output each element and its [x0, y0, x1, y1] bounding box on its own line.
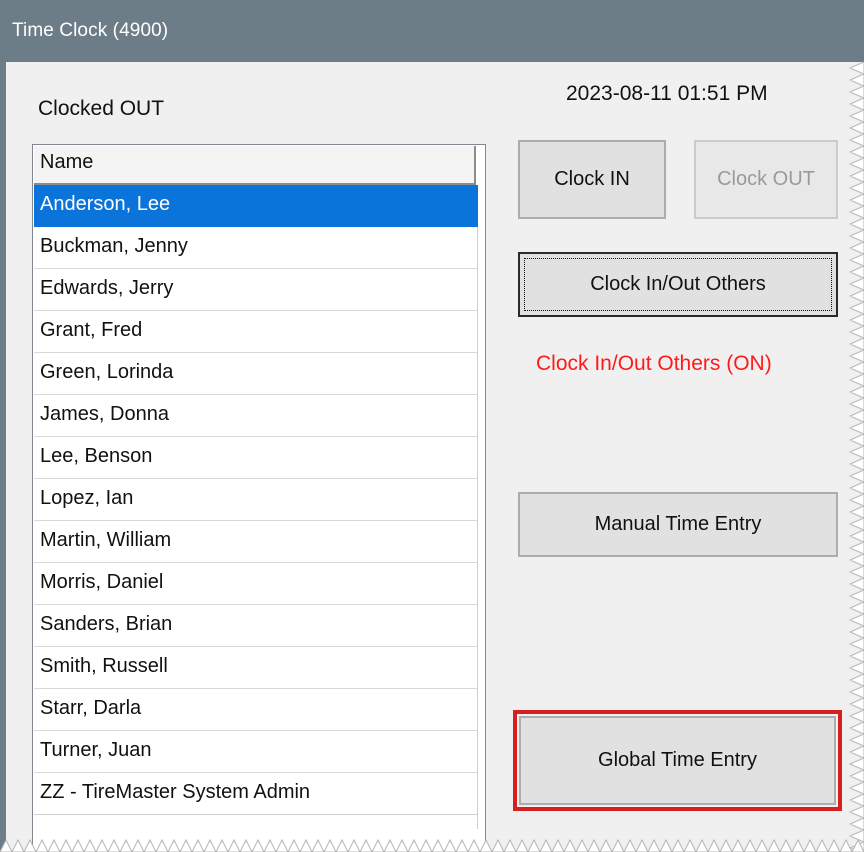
employee-row[interactable]: James, Donna	[34, 395, 478, 437]
employee-row[interactable]: Sanders, Brian	[34, 605, 478, 647]
employee-rows: Anderson, Lee Buckman, Jenny Edwards, Jerr…	[34, 185, 478, 815]
torn-edge-right	[848, 61, 864, 852]
window-title: Time Clock (4900)	[12, 20, 169, 41]
clock-others-status: Clock In/Out Others (ON)	[536, 352, 772, 375]
employee-listbox[interactable]: Name Anderson, Lee Buckman, Jenny Edwards,…	[32, 144, 486, 852]
employee-row[interactable]: Grant, Fred	[34, 311, 478, 353]
clock-in-out-others-button[interactable]: Clock In/Out Others	[518, 252, 838, 317]
employee-row[interactable]: Anderson, Lee	[34, 185, 478, 227]
employee-row[interactable]: Edwards, Jerry	[34, 269, 478, 311]
employee-row[interactable]: Morris, Daniel	[34, 563, 478, 605]
employee-row[interactable]: Green, Lorinda	[34, 353, 478, 395]
window-frame-left	[0, 62, 6, 852]
employee-row[interactable]: Lopez, Ian	[34, 479, 478, 521]
global-time-entry-button[interactable]: Global Time Entry	[519, 716, 836, 805]
clock-in-button[interactable]: Clock IN	[518, 140, 666, 219]
datetime-display: 2023-08-11 01:51 PM	[566, 82, 768, 105]
title-bar[interactable]: Time Clock (4900)	[0, 0, 864, 62]
employee-row[interactable]: Smith, Russell	[34, 647, 478, 689]
employee-row[interactable]: Lee, Benson	[34, 437, 478, 479]
clock-out-button[interactable]: Clock OUT	[694, 140, 838, 219]
time-clock-window: Time Clock (4900) 2023-08-11 01:51 PM Cl…	[0, 0, 864, 852]
employee-row[interactable]: Martin, William	[34, 521, 478, 563]
employee-row[interactable]: Starr, Darla	[34, 689, 478, 731]
employee-row[interactable]: Buckman, Jenny	[34, 227, 478, 269]
clock-status-label: Clocked OUT	[38, 97, 165, 120]
employee-row[interactable]: Turner, Juan	[34, 731, 478, 773]
manual-time-entry-button[interactable]: Manual Time Entry	[518, 492, 838, 557]
name-column-header[interactable]: Name	[34, 146, 476, 185]
focus-indicator	[524, 258, 832, 311]
employee-row[interactable]: ZZ - TireMaster System Admin	[34, 773, 478, 815]
